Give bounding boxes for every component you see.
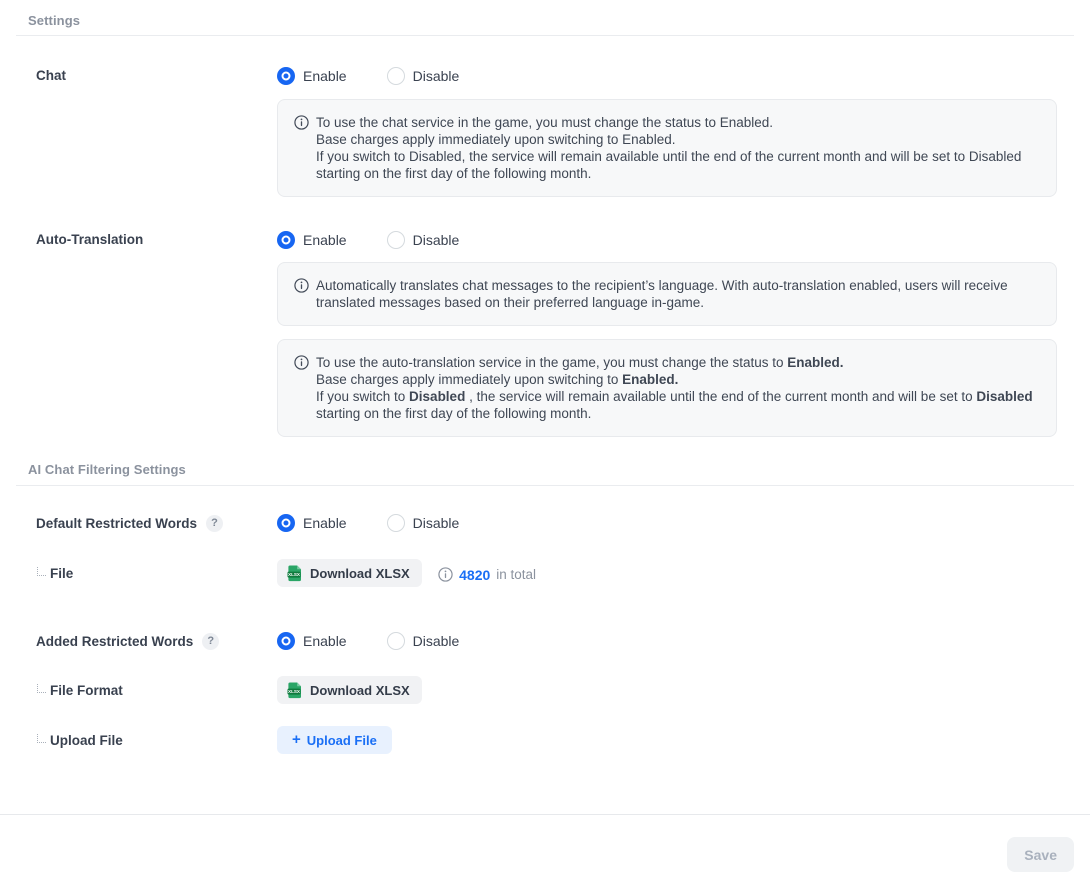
radio-disable-label: Disable	[413, 633, 460, 649]
radio-checked-icon	[277, 632, 295, 650]
xlsx-file-icon: XLSX	[286, 564, 304, 582]
radio-disable-label: Disable	[413, 68, 460, 84]
chat-disable-radio[interactable]: Disable	[387, 67, 460, 85]
info-icon	[294, 355, 309, 370]
added-restricted-disable-radio[interactable]: Disable	[387, 632, 460, 650]
upload-file-label: Upload File	[36, 733, 277, 748]
auto-translation-billing-box: To use the auto-translation service in t…	[277, 339, 1057, 437]
section-title: AI Chat Filtering Settings	[28, 462, 186, 477]
help-badge[interactable]: ?	[206, 515, 223, 532]
radio-checked-icon	[277, 67, 295, 85]
xlsx-file-icon: XLSX	[286, 681, 304, 699]
radio-enable-label: Enable	[303, 232, 347, 248]
info-line: To use the chat service in the game, you…	[316, 114, 1040, 131]
file-format-label: File Format	[36, 683, 277, 698]
radio-unchecked-icon	[387, 632, 405, 650]
added-restricted-enable-radio[interactable]: Enable	[277, 632, 347, 650]
auto-translation-label: Auto-Translation	[36, 229, 277, 247]
added-restricted-radio-group: Enable Disable	[277, 630, 1090, 652]
auto-translation-description-box: Automatically translates chat messages t…	[277, 262, 1057, 326]
download-xlsx-button[interactable]: XLSX Download XLSX	[277, 559, 422, 587]
download-xlsx-template-button[interactable]: XLSX Download XLSX	[277, 676, 422, 704]
chat-info-box: To use the chat service in the game, you…	[277, 99, 1057, 197]
footer: Save	[0, 837, 1090, 872]
upload-file-row: Upload File + Upload File	[0, 726, 1090, 754]
radio-enable-label: Enable	[303, 68, 347, 84]
section-title: Settings	[28, 13, 80, 28]
word-count: 4820 in total	[438, 567, 536, 583]
radio-checked-icon	[277, 514, 295, 532]
default-restricted-words-row: Default Restricted Words ? Enable Disabl…	[0, 512, 1090, 534]
file-format-row: File Format XLSX Download XLSX	[0, 676, 1090, 704]
default-restricted-file-row: File XLSX Download XLSX 4820 in total	[0, 559, 1090, 587]
help-badge[interactable]: ?	[202, 633, 219, 650]
chat-radio-group: Enable Disable	[277, 65, 1090, 87]
radio-unchecked-icon	[387, 67, 405, 85]
chat-field-row: Chat Enable Disable To use the chat serv…	[0, 65, 1090, 197]
tree-branch-icon	[37, 567, 46, 576]
svg-text:XLSX: XLSX	[288, 689, 301, 694]
radio-unchecked-icon	[387, 231, 405, 249]
info-line: Base charges apply immediately upon swit…	[316, 131, 1040, 148]
auto-translation-billing-text: To use the auto-translation service in t…	[316, 354, 1040, 422]
auto-translation-radio-group: Enable Disable	[277, 229, 1090, 251]
chat-label: Chat	[36, 65, 277, 83]
auto-translation-description-text: Automatically translates chat messages t…	[316, 277, 1040, 311]
info-icon	[294, 278, 309, 293]
svg-text:XLSX: XLSX	[288, 572, 301, 577]
added-restricted-words-row: Added Restricted Words ? Enable Disable	[0, 630, 1090, 652]
chat-info-text: To use the chat service in the game, you…	[316, 114, 1040, 182]
file-label: File	[36, 566, 277, 581]
radio-unchecked-icon	[387, 514, 405, 532]
added-restricted-words-label: Added Restricted Words ?	[36, 633, 277, 650]
radio-enable-label: Enable	[303, 633, 347, 649]
radio-checked-icon	[277, 231, 295, 249]
chat-enable-radio[interactable]: Enable	[277, 67, 347, 85]
info-line: To use the auto-translation service in t…	[316, 354, 1040, 371]
tree-branch-icon	[37, 684, 46, 693]
info-icon	[294, 115, 309, 130]
default-restricted-disable-radio[interactable]: Disable	[387, 514, 460, 532]
info-icon	[438, 567, 453, 582]
info-line: If you switch to Disabled, the service w…	[316, 148, 1040, 182]
auto-translation-disable-radio[interactable]: Disable	[387, 231, 460, 249]
default-restricted-words-label: Default Restricted Words ?	[36, 515, 277, 532]
auto-translation-enable-radio[interactable]: Enable	[277, 231, 347, 249]
radio-disable-label: Disable	[413, 515, 460, 531]
tree-branch-icon	[37, 734, 46, 743]
info-line: Automatically translates chat messages t…	[316, 277, 1040, 311]
default-restricted-enable-radio[interactable]: Enable	[277, 514, 347, 532]
section-header-ai-chat-filtering: AI Chat Filtering Settings	[16, 447, 1074, 486]
auto-translation-field-row: Auto-Translation Enable Disable Automati…	[0, 229, 1090, 437]
default-restricted-radio-group: Enable Disable	[277, 512, 1090, 534]
info-line: Base charges apply immediately upon swit…	[316, 371, 1040, 388]
footer-divider	[0, 814, 1090, 815]
radio-enable-label: Enable	[303, 515, 347, 531]
section-header-settings: Settings	[16, 0, 1074, 36]
save-button[interactable]: Save	[1007, 837, 1074, 872]
info-line: If you switch to Disabled , the service …	[316, 388, 1040, 422]
plus-icon: +	[292, 732, 301, 747]
radio-disable-label: Disable	[413, 232, 460, 248]
word-count-suffix: in total	[496, 567, 536, 582]
upload-file-button[interactable]: + Upload File	[277, 726, 392, 754]
word-count-value: 4820	[459, 567, 490, 583]
